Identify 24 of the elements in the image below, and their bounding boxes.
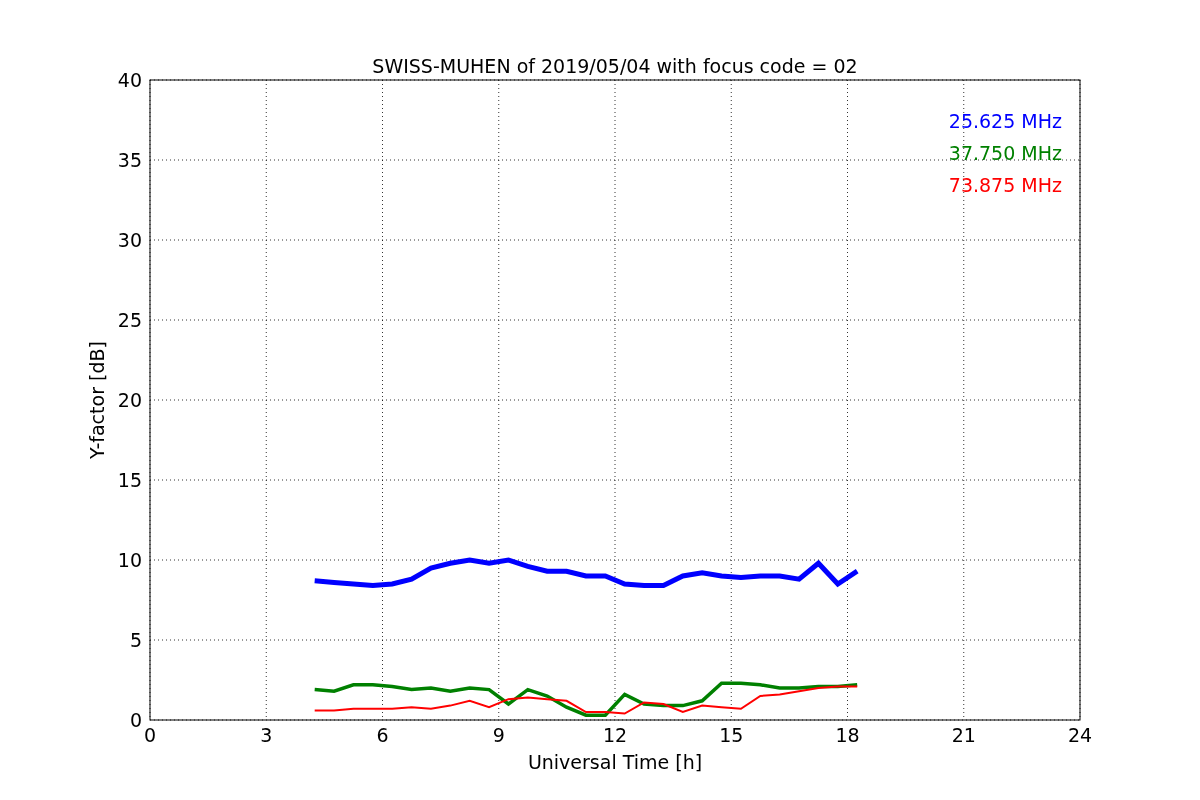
chart-title: SWISS-MUHEN of 2019/05/04 with focus code = 02 — [372, 55, 858, 77]
y-tick-label: 30 — [117, 229, 142, 251]
legend-label: 25.625 MHz — [948, 110, 1062, 132]
x-tick-label: 24 — [1067, 724, 1093, 746]
x-tick-label: 15 — [719, 724, 744, 746]
y-tick-label: 5 — [129, 629, 142, 651]
x-tick-label: 21 — [951, 724, 976, 746]
y-tick-label: 20 — [117, 389, 142, 411]
y-tick-label: 15 — [117, 469, 142, 491]
x-tick-label: 6 — [376, 724, 389, 746]
y-axis-label: Y-factor [dB] — [86, 341, 108, 459]
x-tick-label: 12 — [602, 724, 628, 746]
x-tick-label: 0 — [143, 724, 157, 746]
legend-label: 73.875 MHz — [948, 174, 1062, 196]
y-tick-label: 0 — [129, 709, 142, 731]
x-axis-label: Universal Time [h] — [527, 751, 703, 773]
x-tick-label: 9 — [492, 724, 505, 746]
x-tick-label: 3 — [260, 724, 273, 746]
y-tick-label: 25 — [117, 309, 142, 331]
x-tick-label: 18 — [835, 724, 860, 746]
legend-label: 37.750 MHz — [948, 142, 1062, 164]
y-tick-label: 35 — [117, 149, 142, 171]
y-tick-label: 10 — [117, 549, 142, 571]
y-tick-label: 40 — [117, 69, 142, 91]
